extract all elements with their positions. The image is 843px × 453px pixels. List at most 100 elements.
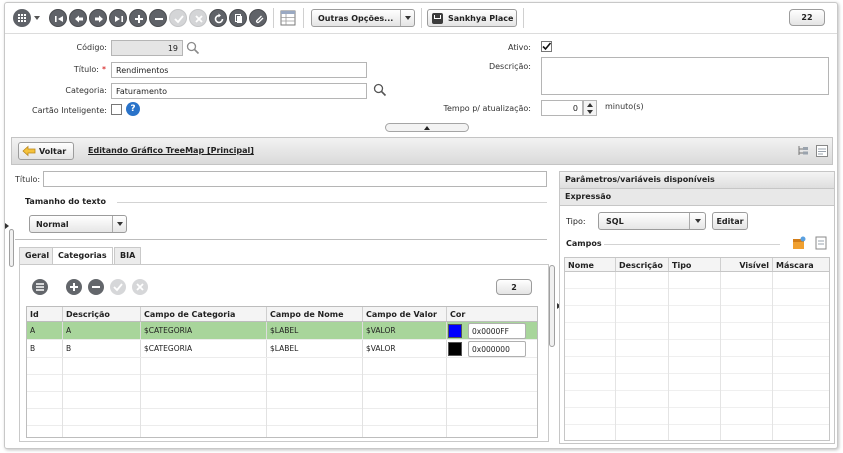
left-scroll-handle[interactable] [9,229,14,267]
sankhya-place-icon [432,12,443,24]
tab-bia[interactable]: BIA [114,247,142,264]
previous-record-button[interactable] [69,9,87,27]
remove-button[interactable] [149,9,167,27]
sankhya-place-label: Sankhya Place [448,13,514,23]
tree-view-icon[interactable] [797,145,809,157]
tamanho-texto-value: Normal [36,220,69,229]
tempo-stepper[interactable] [583,100,597,116]
col-campo-nome-header[interactable]: Campo de Nome [267,307,363,321]
col-cor-header[interactable]: Cor [447,307,537,321]
color-swatch[interactable] [448,324,462,338]
sankhya-place-button[interactable]: Sankhya Place [427,9,517,27]
plus-icon [70,283,78,291]
cell-id: B [27,340,63,357]
chevron-down-icon [112,216,126,232]
tipo-select[interactable]: SQL [598,212,706,230]
categoria-search-icon[interactable] [373,83,387,97]
col-visivel-header[interactable]: Visível [721,258,773,271]
tipo-value: SQL [606,217,624,226]
color-hex-field[interactable]: 0x0000FF [468,323,526,339]
attach-button[interactable] [249,9,267,27]
chart-titulo-field[interactable] [43,171,547,187]
next-record-button[interactable] [89,9,107,27]
codigo-label: Código: [76,43,107,52]
last-record-button[interactable] [109,9,127,27]
color-hex-field[interactable]: 0x000000 [468,341,526,357]
add-category-button[interactable] [66,279,82,295]
cartao-inteligente-checkbox[interactable] [111,104,122,115]
ativo-label: Ativo: [507,43,531,52]
descricao-textarea[interactable] [541,57,829,95]
cell-campo-valor: $VALOR [363,322,447,339]
form-view-icon[interactable] [816,145,828,157]
categoria-field[interactable]: Faturamento [111,83,367,99]
list-menu-icon [36,283,44,291]
table-view-icon [280,10,296,26]
detail-tabs: Geral Categorias BIA [19,247,549,265]
collapse-header-handle[interactable] [385,123,469,132]
add-button[interactable] [129,9,147,27]
tab-geral[interactable]: Geral [19,247,56,264]
table-row[interactable]: A A $CATEGORIA $LABEL $VALOR 0x0000FF [27,322,537,340]
first-record-button[interactable] [49,9,67,27]
campos-grid-body [565,272,829,440]
col-campo-valor-header[interactable]: Campo de Valor [363,307,447,321]
outras-opcoes-label: Outras Opções... [318,13,394,23]
checkmark-icon [542,42,552,51]
cancel-category-button[interactable] [132,279,148,295]
ativo-checkbox[interactable] [541,41,552,52]
editing-title-link[interactable]: Editando Gráfico TreeMap [Principal] [88,146,254,155]
campos-section-line [604,244,780,245]
cell-campo-categoria: $CATEGORIA [141,322,267,339]
outras-opcoes-button[interactable]: Outras Opções... [311,9,415,27]
refresh-button[interactable] [209,9,227,27]
voltar-label: Voltar [39,146,67,156]
help-icon[interactable]: ? [126,102,140,116]
grid-menu-button[interactable] [32,279,48,295]
col-id-header[interactable]: Id [27,307,63,321]
cell-descricao: A [63,322,141,339]
expand-right-icon [5,223,9,229]
stepper-up-icon[interactable] [587,103,593,107]
col-campo-categoria-header[interactable]: Campo de Categoria [141,307,267,321]
grid-view-button[interactable] [280,10,296,26]
tab-categorias[interactable]: Categorias [52,247,113,265]
cell-campo-nome: $LABEL [267,322,363,339]
copy-button[interactable] [229,9,247,27]
cartao-inteligente-label: Cartão Inteligente: [31,106,107,115]
color-swatch[interactable] [448,342,462,356]
tempo-unit: minuto(s) [605,102,644,111]
tamanho-texto-select[interactable]: Normal [29,215,127,233]
col-descricao-header[interactable]: Descrição [63,307,141,321]
titulo-field[interactable]: Rendimentos [111,62,367,78]
panel-splitter[interactable] [549,265,555,347]
editar-button[interactable]: Editar [712,212,748,230]
stepper-down-icon[interactable] [587,110,593,114]
required-mark: * [102,65,106,74]
col-tipo-header[interactable]: Tipo [669,258,721,271]
voltar-button[interactable]: Voltar [18,142,74,160]
col-mascara-header[interactable]: Máscara [773,258,829,271]
grid-menu-button[interactable] [13,9,41,27]
cell-descricao: B [63,340,141,357]
category-count-value: 2 [511,282,517,292]
titulo-label-text: Título: [73,65,99,74]
collapse-up-icon [424,126,430,130]
confirm-category-button[interactable] [110,279,126,295]
cell-campo-nome: $LABEL [267,340,363,357]
remove-category-button[interactable] [88,279,104,295]
codigo-field[interactable]: 19 [111,40,183,56]
save-button[interactable] [169,9,187,27]
cancel-button[interactable] [189,9,207,27]
search-icon[interactable] [186,41,200,55]
tempo-atualizacao-field[interactable]: 0 [541,100,583,116]
col-nome-header[interactable]: Nome [565,258,616,271]
add-field-icon[interactable] [792,236,806,250]
field-list-icon[interactable] [814,236,828,250]
col-descricao-header[interactable]: Descrição [616,258,669,271]
grid-header: Nome Descrição Tipo Visível Máscara [565,258,829,272]
tempo-atualizacao-label: Tempo p/ atualização: [443,104,531,113]
config-separator [15,239,547,240]
parametros-title: Parâmetros/variáveis disponíveis [560,172,834,189]
table-row[interactable]: B B $CATEGORIA $LABEL $VALOR 0x000000 [27,340,537,358]
